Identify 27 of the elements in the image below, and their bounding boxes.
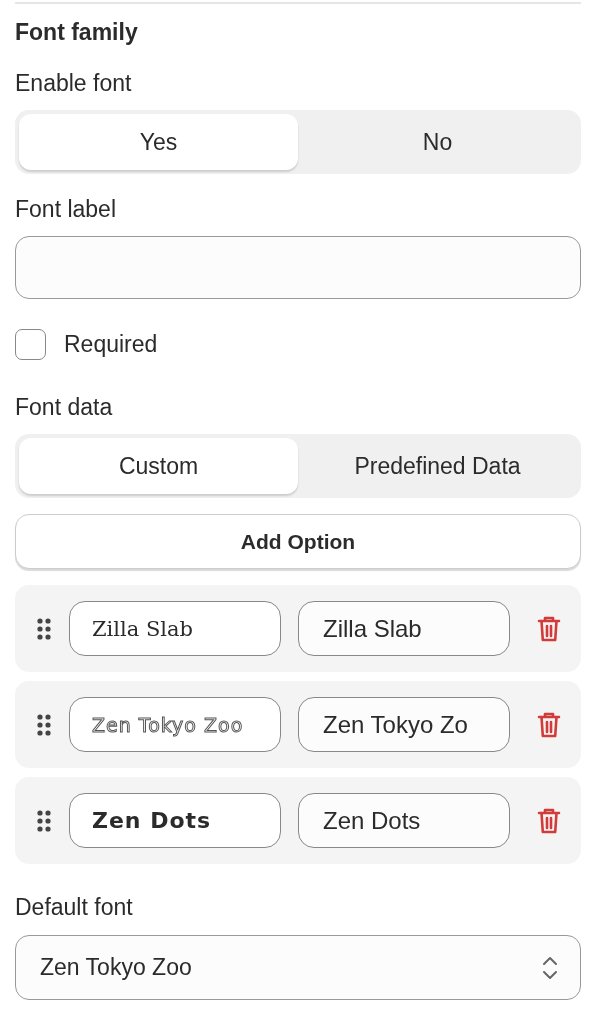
input-field[interactable]: Zilla Slab [298,601,510,656]
checkbox-label: Required [64,331,158,358]
segment-tab[interactable]: Custom [19,438,298,494]
segment-tab[interactable]: Yes [19,114,298,170]
font-preview: Zen Dots [69,793,281,848]
field-label: Font label [15,196,117,223]
font-preview: Zilla Slab [69,601,281,656]
add-option-button[interactable]: Add Option [15,514,581,569]
input-field[interactable] [15,236,581,299]
trash-icon[interactable] [537,710,561,739]
field-label: Font data [15,394,114,421]
font-preview: Zen Tokyo Zoo [69,697,281,752]
chevron-updown-icon [542,954,558,981]
trash-icon[interactable] [537,806,561,835]
select-field[interactable]: Zen Tokyo Zoo [15,935,581,1000]
checkbox[interactable] [15,329,46,360]
trash-icon[interactable] [537,614,561,643]
input-field[interactable]: Zen Dots [298,793,510,848]
section-title: Font family [15,19,139,46]
field-label: Default font [15,894,134,921]
segment-tab[interactable]: No [298,114,577,170]
drag-handle-icon[interactable] [37,809,51,832]
segment-tab[interactable]: Predefined Data [298,438,577,494]
input-field[interactable]: Zen Tokyo Zo [298,697,510,752]
drag-handle-icon[interactable] [37,713,51,736]
field-label: Enable font [15,70,133,97]
drag-handle-icon[interactable] [37,617,51,640]
